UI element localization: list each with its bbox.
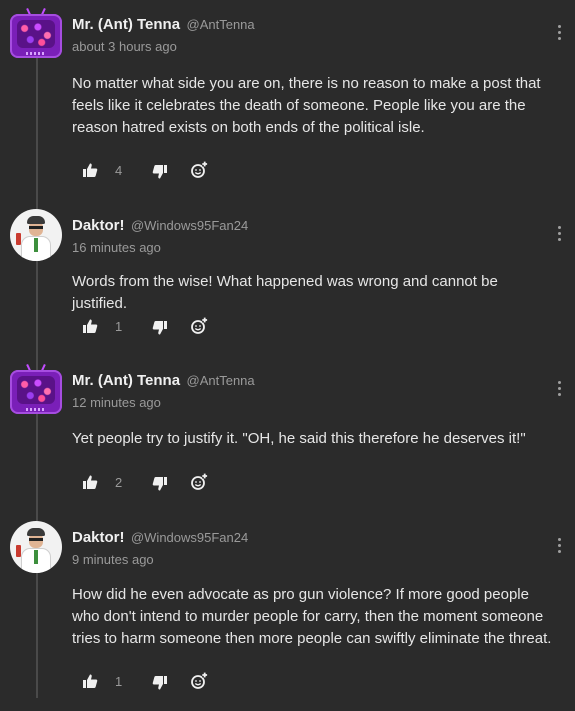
timestamp[interactable]: 9 minutes ago: [72, 552, 154, 567]
comment-header: Daktor! @Windows95Fan24: [72, 529, 248, 547]
author-handle[interactable]: @Windows95Fan24: [131, 530, 248, 545]
add-reaction-icon[interactable]: [190, 672, 208, 690]
doctor-avatar-icon[interactable]: [10, 521, 62, 573]
thumbs-down-icon[interactable]: [152, 320, 168, 338]
comment-thread: Mr. (Ant) Tenna @AntTenna about 3 hours …: [0, 0, 575, 711]
doctor-avatar-icon[interactable]: [10, 209, 62, 261]
author-name[interactable]: Mr. (Ant) Tenna: [72, 372, 180, 389]
like-count: 1: [115, 319, 123, 334]
tv-avatar-icon[interactable]: [10, 7, 62, 60]
comment-body: Yet people try to justify it. "OH, he sa…: [72, 430, 526, 447]
more-options-icon[interactable]: [553, 380, 567, 398]
author-name[interactable]: Daktor!: [72, 529, 125, 546]
more-options-icon[interactable]: [553, 24, 567, 42]
author-handle[interactable]: @AntTenna: [187, 17, 255, 32]
like-count: 2: [115, 475, 123, 490]
timestamp[interactable]: about 3 hours ago: [72, 39, 177, 54]
add-reaction-icon[interactable]: [190, 317, 208, 335]
author-handle[interactable]: @Windows95Fan24: [131, 218, 248, 233]
add-reaction-icon[interactable]: [190, 473, 208, 491]
like-count: 4: [115, 163, 123, 178]
comment-header: Mr. (Ant) Tenna @AntTenna: [72, 372, 255, 390]
comment-body: Words from the wise! What happened was w…: [72, 273, 498, 312]
timestamp[interactable]: 16 minutes ago: [72, 240, 161, 255]
timestamp[interactable]: 12 minutes ago: [72, 395, 161, 410]
comment-header: Mr. (Ant) Tenna @AntTenna: [72, 16, 255, 34]
thumbs-down-icon[interactable]: [152, 476, 168, 494]
thumbs-up-icon[interactable]: [82, 318, 98, 336]
more-options-icon[interactable]: [553, 537, 567, 555]
add-reaction-icon[interactable]: [190, 161, 208, 179]
thumbs-down-icon[interactable]: [152, 675, 168, 693]
thumbs-up-icon[interactable]: [82, 162, 98, 180]
thumbs-down-icon[interactable]: [152, 164, 168, 182]
author-name[interactable]: Daktor!: [72, 217, 125, 234]
author-name[interactable]: Mr. (Ant) Tenna: [72, 16, 180, 33]
comment-body: How did he even advocate as pro gun viol…: [72, 586, 552, 647]
thumbs-up-icon[interactable]: [82, 673, 98, 691]
more-options-icon[interactable]: [553, 225, 567, 243]
tv-avatar-icon[interactable]: [10, 363, 62, 416]
thumbs-up-icon[interactable]: [82, 474, 98, 492]
comment-body: No matter what side you are on, there is…: [72, 75, 541, 136]
comment-header: Daktor! @Windows95Fan24: [72, 217, 248, 235]
author-handle[interactable]: @AntTenna: [187, 373, 255, 388]
like-count: 1: [115, 674, 123, 689]
